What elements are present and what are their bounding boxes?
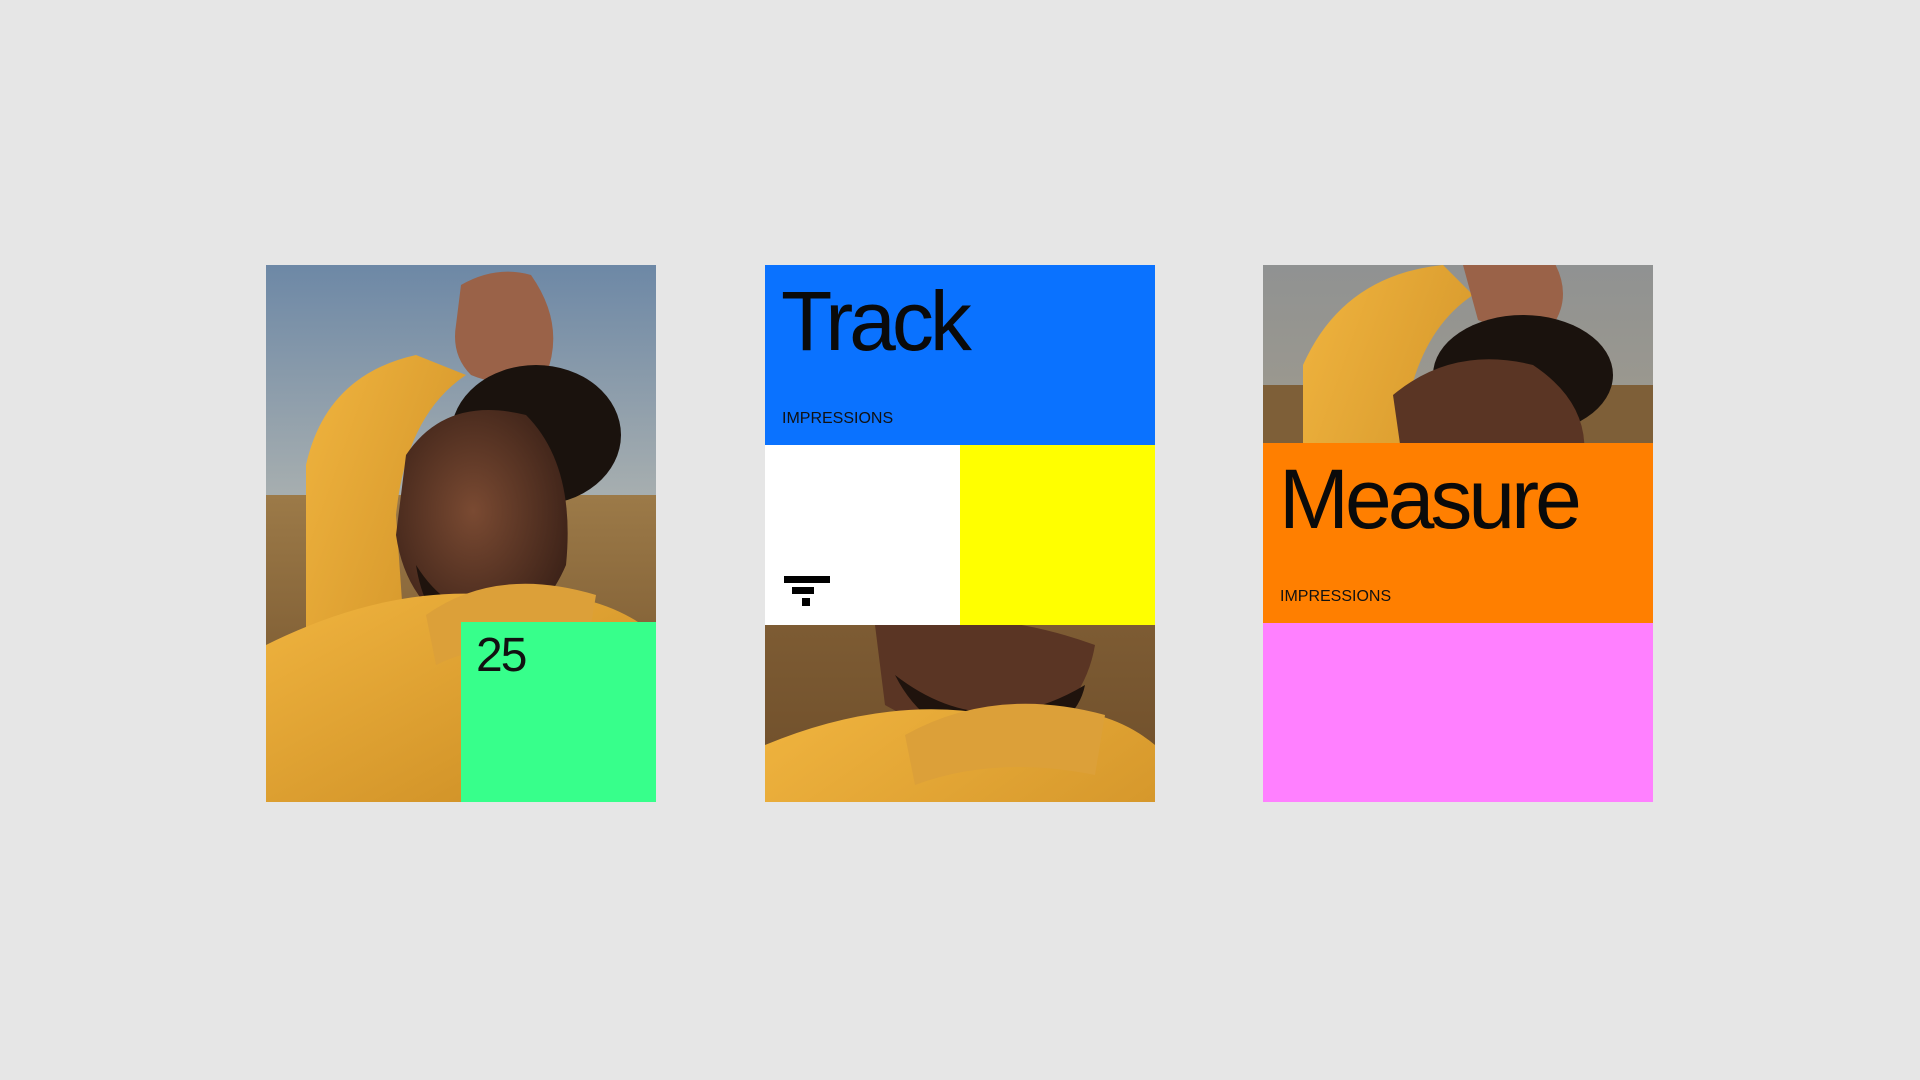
poster-card-track: Track IMPRESSIONS <box>765 265 1155 802</box>
title-block: Measure IMPRESSIONS <box>1263 443 1653 623</box>
portrait-photo <box>765 625 1155 802</box>
title-block: Track IMPRESSIONS <box>765 265 1155 445</box>
card-title: Track <box>781 274 972 368</box>
card-label: IMPRESSIONS <box>1280 588 1392 605</box>
color-block-yellow <box>960 445 1155 625</box>
portrait-photo <box>1263 265 1653 443</box>
logo-block <box>765 445 960 625</box>
portrait-crop <box>1263 265 1653 443</box>
poster-card-number: 25 <box>266 265 656 802</box>
card-title: Measure <box>1279 452 1582 546</box>
poster-card-measure: Measure IMPRESSIONS <box>1263 265 1653 802</box>
stacked-bars-logo-icon <box>784 576 830 606</box>
portrait-crop <box>765 625 1155 802</box>
card-label: IMPRESSIONS <box>782 410 894 427</box>
big-number: 25 <box>476 629 527 682</box>
number-block: 25 <box>461 622 656 802</box>
color-block-pink <box>1263 623 1653 802</box>
